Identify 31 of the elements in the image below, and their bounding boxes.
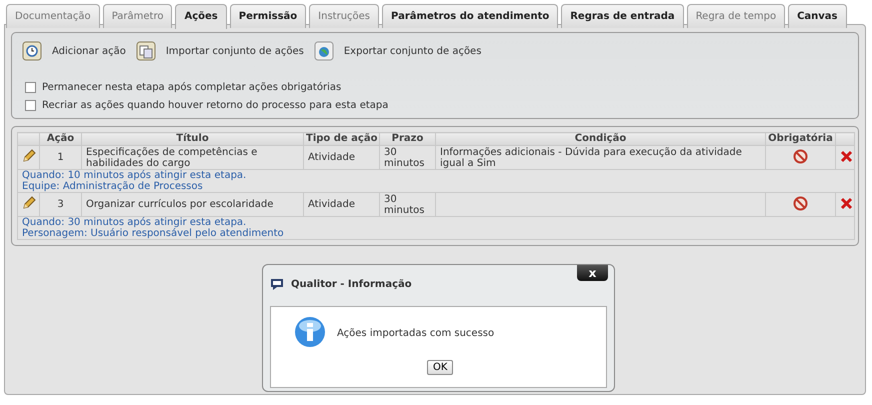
table-cell: 30 minutos	[380, 192, 436, 216]
tab[interactable]: Permissão	[230, 4, 306, 28]
dialog-message: Ações importadas com sucesso	[337, 328, 494, 338]
toolbar-link[interactable]: Adicionar ação	[52, 46, 126, 56]
tab[interactable]: Parâmetros do atendimento	[382, 4, 558, 28]
close-button[interactable]: x	[577, 265, 608, 281]
toolbar-link[interactable]: Exportar conjunto de ações	[344, 46, 482, 56]
tab[interactable]: Regras de entrada	[561, 4, 684, 28]
table-cell: Especificações de competências e habilidades do cargo	[82, 146, 304, 170]
checkbox-label: Recriar as ações quando houver retorno do processo para esta etapa	[42, 100, 388, 110]
table-cell: Organizar currículos por escolaridade	[82, 192, 304, 216]
tab[interactable]: Ações	[175, 4, 227, 29]
column-header: Tipo de ação	[304, 132, 380, 146]
table-cell: 1	[40, 146, 82, 170]
column-header: Título	[82, 132, 304, 146]
tab[interactable]: Canvas	[788, 4, 847, 28]
checkbox-label: Permanecer nesta etapa após completar ações obrigatórias	[42, 82, 342, 92]
table-cell: Atividade	[304, 146, 380, 170]
column-header: Prazo	[380, 132, 436, 146]
table-cell: 3	[40, 192, 82, 216]
table-cell: Informações adicionais - Dúvida para execução da atividade igual a Sim	[436, 146, 766, 170]
table-cell: Atividade	[304, 192, 380, 216]
column-header: Condição	[436, 132, 766, 146]
ok-button[interactable]: OK	[427, 360, 454, 375]
toolbar-link[interactable]: Importar conjunto de ações	[166, 46, 304, 56]
dialog-title: Qualitor - Informação	[291, 278, 412, 290]
column-header: Ação	[40, 132, 82, 146]
detail-text: Quando: 30 minutos após atingir esta etapa. Personagem: Usuário responsável pelo atendimento	[18, 216, 854, 240]
detail-text: Quando: 10 minutos após atingir esta etapa. Equipe: Administração de Processos	[18, 170, 854, 192]
table-cell: 30 minutos	[380, 146, 436, 170]
column-header: Obrigatória	[766, 132, 836, 146]
